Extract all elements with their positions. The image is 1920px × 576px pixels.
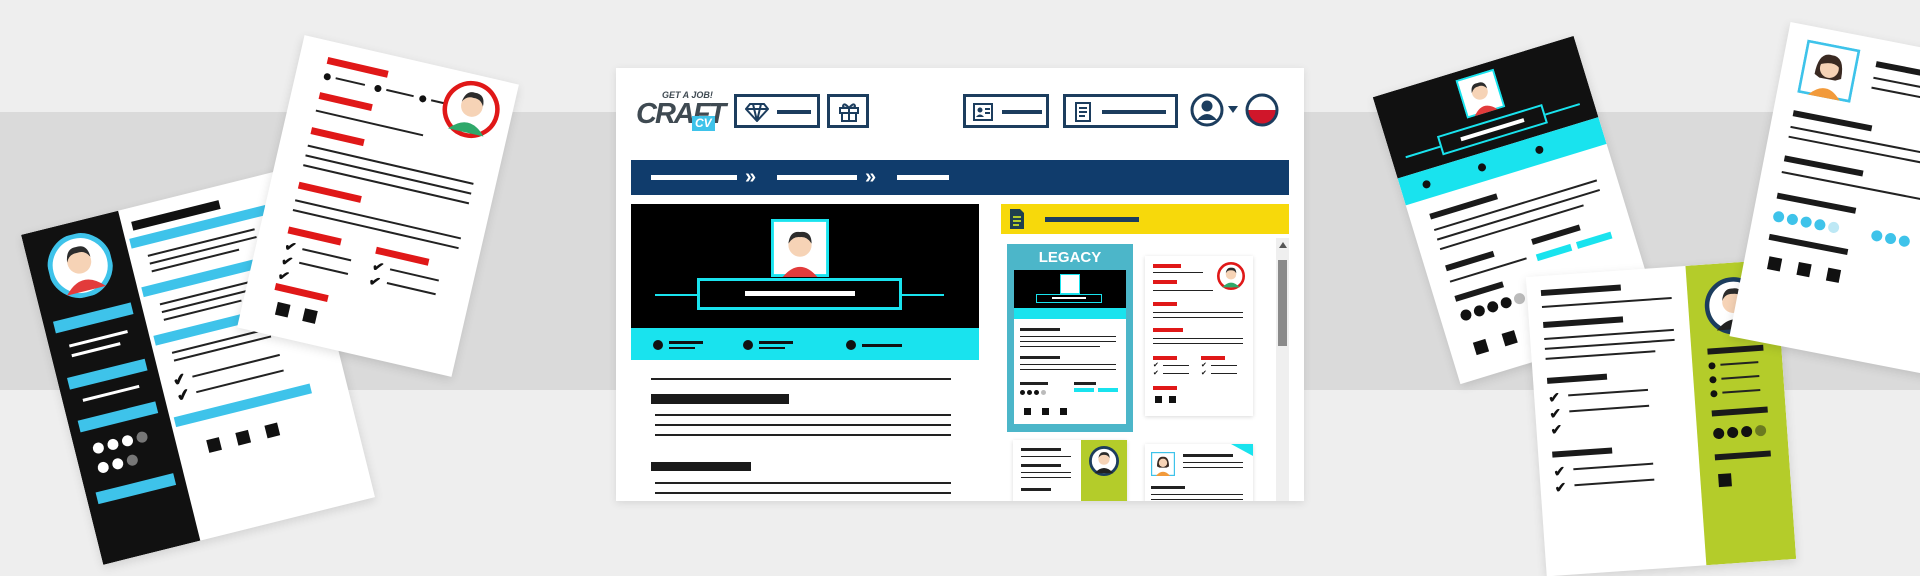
diamond-icon — [745, 103, 769, 122]
chevron-right-icon: » — [745, 166, 757, 188]
template-card-legacy[interactable]: LEGACY — [1007, 244, 1133, 432]
avatar-male-red-icon — [1217, 262, 1245, 290]
template-card-female[interactable] — [1145, 444, 1253, 501]
flag-icon[interactable] — [1245, 93, 1279, 127]
documents-button[interactable] — [1063, 94, 1178, 128]
avatar-male-dark-icon — [1089, 446, 1119, 476]
craftcv-logo[interactable]: GET A JOB! CRAFT CV — [636, 90, 726, 136]
template-name: LEGACY — [1038, 249, 1102, 266]
avatar-female-icon — [1151, 452, 1175, 476]
template-card-lime[interactable] — [1013, 440, 1127, 501]
breadcrumb-step-1[interactable] — [651, 175, 737, 180]
avatar-male-square-icon — [771, 219, 829, 277]
document-icon — [1075, 102, 1091, 122]
gift-icon — [839, 103, 859, 122]
premium-button[interactable] — [734, 94, 820, 128]
avatar-male-red-icon — [442, 80, 500, 139]
avatar-female-icon — [1797, 39, 1861, 103]
gift-button[interactable] — [827, 94, 869, 128]
resume-card-female — [1729, 21, 1920, 379]
document-green-icon — [1010, 209, 1024, 229]
id-card-icon — [973, 103, 993, 121]
template-card-red[interactable]: ✔ ✔ ✔ ✔ — [1145, 256, 1253, 416]
app-window: GET A JOB! CRAFT CV » » LEGACY ✔ ✔ ✔ ✔ — [616, 68, 1304, 501]
chevron-down-icon[interactable] — [1228, 106, 1238, 113]
template-panel: LEGACY ✔ ✔ ✔ ✔ — [1001, 204, 1291, 501]
templates-header — [1001, 204, 1289, 234]
scroll-up-arrow-icon[interactable] — [1279, 242, 1287, 248]
breadcrumb-step-2[interactable] — [777, 175, 857, 180]
template-scrollbar[interactable] — [1276, 238, 1289, 501]
resumes-button[interactable] — [963, 94, 1049, 128]
logo-suffix: CV — [692, 116, 715, 131]
breadcrumb-steps: » » — [631, 160, 1289, 195]
scrollbar-thumb[interactable] — [1278, 260, 1287, 346]
resume-preview — [631, 204, 979, 501]
chevron-right-icon: » — [865, 166, 877, 188]
breadcrumb-step-3[interactable] — [897, 175, 949, 180]
user-avatar-icon[interactable] — [1190, 93, 1224, 127]
